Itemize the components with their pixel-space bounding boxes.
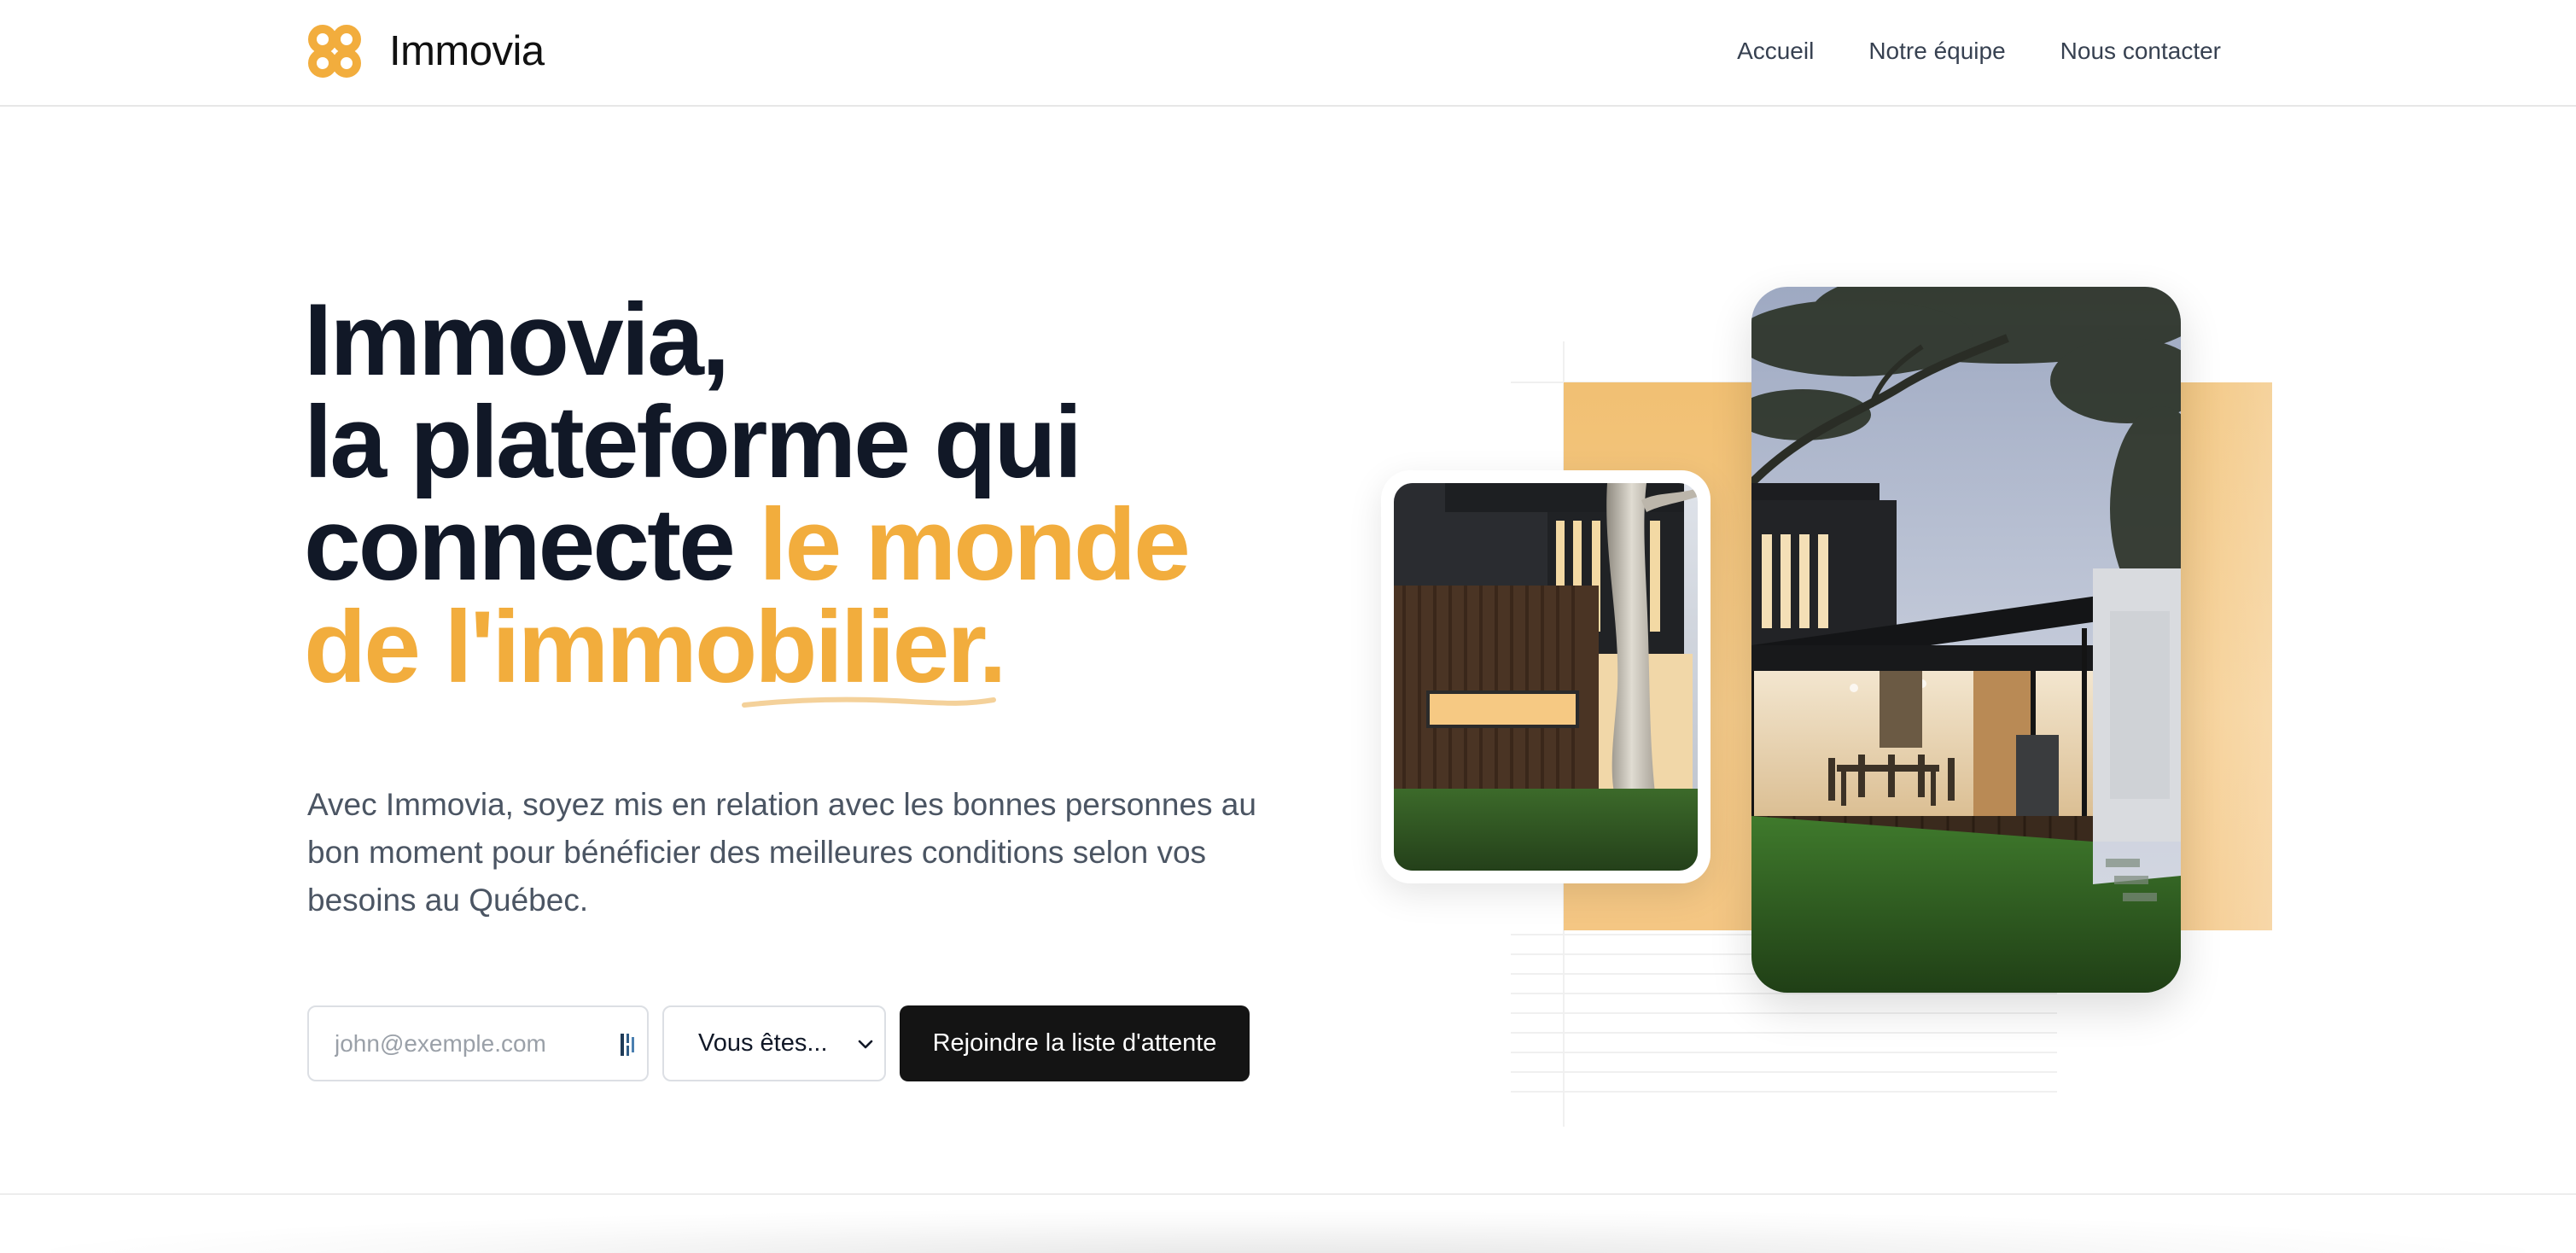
hero-subtitle: Avec Immovia, soyez mis en relation avec… [307, 787, 1256, 918]
brand-name: Immovia [389, 27, 545, 74]
interlocked-rings-logo-icon [308, 25, 361, 78]
nav-link-accueil[interactable]: Accueil [1737, 34, 1814, 68]
hero-title-line-3-accent: le monde [759, 487, 1191, 602]
user-type-select[interactable]: Vous êtes... [662, 1005, 886, 1081]
hero-title-line-3-plain: connecte [304, 487, 760, 602]
password-manager-icon[interactable] [620, 1032, 638, 1058]
section-divider [0, 1193, 2576, 1195]
hero-title-line-1: Immovia, [304, 283, 730, 397]
modern-house-with-tree-photo [1394, 483, 1698, 871]
small-house-photo-card [1381, 470, 1711, 883]
next-section-shadow [51, 1210, 2525, 1253]
user-type-select-value: Vous êtes... [698, 1029, 828, 1057]
email-field-wrapper [307, 1005, 649, 1081]
brush-underline-decoration [742, 696, 996, 708]
top-navigation-bar: Immovia Accueil Notre équipe Nous contac… [0, 0, 2576, 107]
hero-title-line-3: connecte le monde [304, 493, 1311, 596]
email-input[interactable] [309, 1007, 591, 1080]
nav-link-notre-equipe[interactable]: Notre équipe [1868, 34, 2005, 68]
join-waitlist-button[interactable]: Rejoindre la liste d'attente [900, 1005, 1250, 1081]
hero-title: Immovia, la plateforme qui connecte le m… [304, 283, 1311, 708]
modern-house-patio-dusk-photo [1751, 287, 2181, 993]
nav-link-nous-contacter[interactable]: Nous contacter [2060, 34, 2221, 68]
hero-title-line-2: la plateforme qui [304, 385, 1082, 499]
large-house-photo-card [1751, 287, 2181, 993]
landing-page: Immovia Accueil Notre équipe Nous contac… [0, 0, 2576, 1253]
waitlist-form: Vous êtes... Rejoindre la liste d'attent… [307, 1005, 1250, 1081]
hero-title-line-4-accent: de l'immobilier. [304, 590, 1007, 704]
main-nav: Accueil Notre équipe Nous contacter [1737, 34, 2221, 68]
chevron-down-icon [858, 1040, 873, 1049]
brand-home-link[interactable]: Immovia [306, 22, 545, 80]
